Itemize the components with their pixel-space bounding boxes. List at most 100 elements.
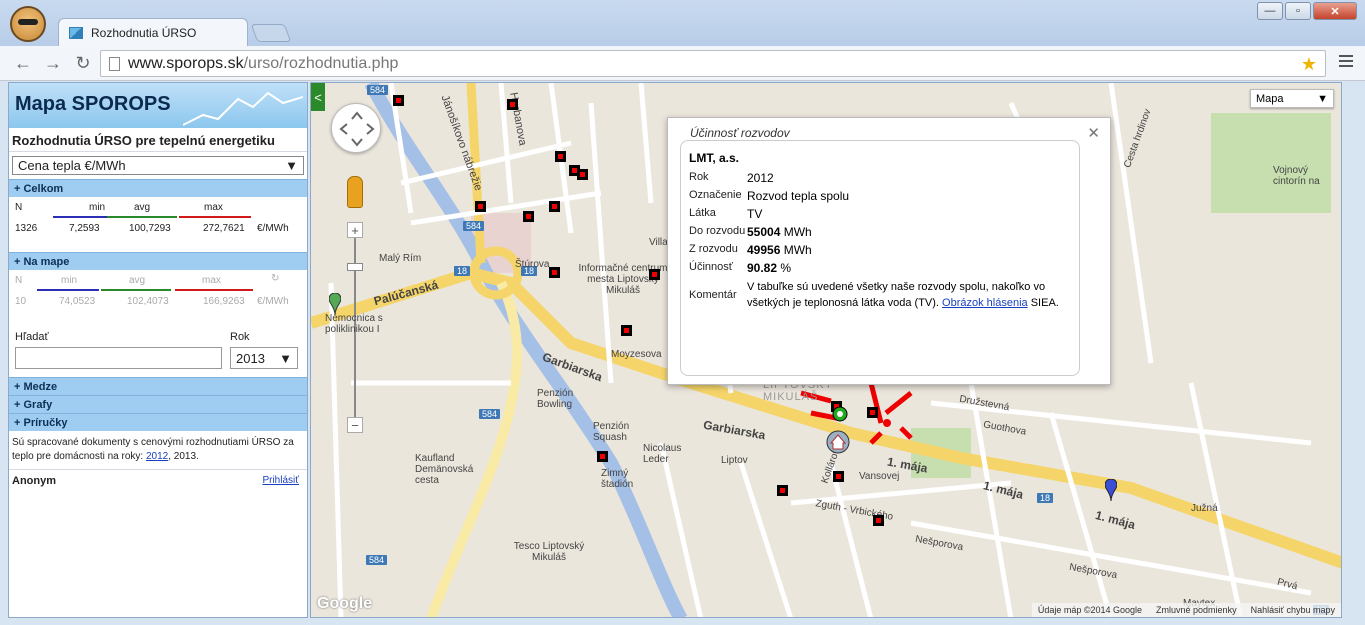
- avg-underline: [101, 289, 171, 291]
- section-na-mape[interactable]: + Na mape: [9, 252, 307, 270]
- panel-title: Mapa SPOROPS: [15, 93, 171, 115]
- info-window: Účinnosť rozvodov ✕ LMT, a.s. Rok 2012 Oz…: [667, 117, 1111, 385]
- heat-plant-marker[interactable]: [621, 325, 632, 336]
- search-input[interactable]: [15, 347, 222, 369]
- value-latka: TV: [747, 207, 763, 221]
- zoom-slider-thumb[interactable]: [347, 263, 363, 271]
- forward-arrow-icon[interactable]: →: [42, 52, 64, 74]
- heat-plant-marker[interactable]: [549, 267, 560, 278]
- year-2012-link[interactable]: 2012: [146, 451, 168, 462]
- heat-plant-marker[interactable]: [393, 95, 404, 106]
- poi-label: Zimný štadión: [601, 468, 634, 490]
- stat-header-max: max: [202, 275, 221, 286]
- max-underline: [179, 216, 251, 218]
- stat-avg: 100,7293: [129, 223, 171, 234]
- mountain-logo-icon: [183, 91, 303, 126]
- avg-underline: [107, 216, 177, 218]
- stat-header-avg: avg: [129, 275, 146, 286]
- stat-header-min: min: [89, 202, 106, 213]
- map-type-select[interactable]: Mapa ▼: [1250, 89, 1334, 108]
- poi-label: Nemocnica s poliklinikou I: [325, 313, 383, 335]
- map-data-credit: Údaje máp ©2014 Google: [1037, 605, 1143, 615]
- stat-header-min: min: [61, 275, 78, 286]
- heat-plant-marker[interactable]: [555, 151, 566, 162]
- bookmark-star-icon[interactable]: ★: [1301, 54, 1317, 75]
- reload-icon[interactable]: ↻: [72, 52, 94, 74]
- poi-label: Penzión Squash: [593, 421, 630, 443]
- heat-plant-marker[interactable]: [873, 515, 884, 526]
- heat-plant-marker[interactable]: [549, 201, 560, 212]
- chevron-down-icon: ▼: [285, 158, 298, 173]
- poi-label: Liptov: [721, 455, 748, 466]
- green-location-pin-icon[interactable]: [329, 293, 341, 315]
- report-error-link[interactable]: Nahlásiť chybu mapy: [1251, 605, 1335, 615]
- minimize-icon[interactable]: —: [1257, 2, 1283, 20]
- heat-plant-marker[interactable]: [577, 169, 588, 180]
- url-path: /urso/rozhodnutia.php: [243, 54, 399, 72]
- tab-title: Rozhodnutia ÚRSO: [91, 25, 197, 40]
- report-image-link[interactable]: Obrázok hlásenia: [942, 297, 1028, 309]
- street-label: Južná: [1191, 503, 1218, 514]
- label-oznacenie: Označenie: [689, 189, 742, 201]
- browser-window: Rozhodnutia ÚRSO — ▫ ✕ ← → ↻ www.sporops…: [0, 0, 1365, 625]
- section-grafy[interactable]: + Grafy: [9, 395, 307, 413]
- heat-plant-marker[interactable]: [507, 99, 518, 110]
- heat-plant-marker[interactable]: [833, 471, 844, 482]
- close-window-icon[interactable]: ✕: [1313, 2, 1357, 20]
- road-number: 18: [1037, 493, 1054, 503]
- label-latka: Látka: [689, 207, 716, 219]
- street-view-pegman-icon[interactable]: [347, 176, 363, 208]
- heat-plant-marker[interactable]: [597, 451, 608, 462]
- poi-label: Kaufland Demänovská cesta: [415, 453, 474, 486]
- stat-avg: 102,4073: [127, 296, 169, 307]
- page-icon: [109, 56, 120, 71]
- tab-rozhodnutia[interactable]: Rozhodnutia ÚRSO: [58, 18, 248, 46]
- terms-link[interactable]: Zmluvné podmienky: [1156, 605, 1237, 615]
- road-number: 584: [479, 409, 501, 419]
- metric-select-value: Cena tepla €/MWh: [18, 158, 126, 173]
- favicon-icon: [69, 26, 83, 39]
- map-canvas[interactable]: < Mapa ▼ + − 584 584 18 18 584 584 18 18…: [310, 82, 1342, 618]
- stat-max: 166,9263: [203, 296, 245, 307]
- heat-plant-marker[interactable]: [649, 269, 660, 280]
- section-prirucky[interactable]: + Príručky: [9, 413, 307, 431]
- refresh-icon[interactable]: ↻: [271, 273, 279, 284]
- road-number: 584: [366, 555, 388, 565]
- blue-location-pin-icon[interactable]: [1105, 479, 1117, 501]
- metric-select[interactable]: Cena tepla €/MWh ▼: [12, 156, 304, 175]
- stat-min: 7,2593: [69, 223, 100, 234]
- section-medze[interactable]: + Medze: [9, 377, 307, 395]
- heat-plant-marker[interactable]: [475, 201, 486, 212]
- year-label: Rok: [230, 331, 250, 343]
- profile-avatar[interactable]: [10, 6, 46, 42]
- zoom-out-button[interactable]: −: [347, 417, 363, 433]
- section-celkom[interactable]: + Celkom: [9, 179, 307, 197]
- pan-control[interactable]: [331, 103, 381, 153]
- heat-plant-marker[interactable]: [523, 211, 534, 222]
- value-z-rozvodu: 49956: [747, 243, 781, 257]
- login-link[interactable]: Prihlásiť: [262, 475, 299, 486]
- user-name: Anonym: [12, 475, 56, 487]
- url-host: www.sporops.sk: [128, 54, 244, 72]
- zoom-in-button[interactable]: +: [347, 222, 363, 238]
- chrome-menu-icon[interactable]: [1339, 55, 1353, 69]
- stat-max: 272,7621: [203, 223, 245, 234]
- address-bar[interactable]: www.sporops.sk/urso/rozhodnutia.php ★: [100, 50, 1326, 77]
- back-arrow-icon[interactable]: ←: [12, 52, 34, 74]
- label-z-rozvodu: Z rozvodu: [689, 243, 738, 255]
- max-underline: [175, 289, 253, 291]
- poi-label: Vojnový cintorín na: [1273, 165, 1320, 187]
- year-select[interactable]: 2013 ▼: [230, 347, 298, 369]
- new-tab-button[interactable]: [250, 24, 292, 42]
- maximize-icon[interactable]: ▫: [1285, 2, 1311, 20]
- street-label: Moyzesova: [611, 349, 662, 360]
- side-panel: Mapa SPOROPS Rozhodnutia ÚRSO pre tepeln…: [8, 82, 308, 618]
- close-icon[interactable]: ✕: [1087, 124, 1100, 142]
- house-marker-icon[interactable]: [825, 407, 875, 457]
- stat-unit: €/MWh: [257, 296, 289, 307]
- poi-label: Villa: [649, 237, 668, 248]
- collapse-panel-button[interactable]: <: [311, 83, 325, 111]
- min-underline: [37, 289, 99, 291]
- heat-plant-marker[interactable]: [777, 485, 788, 496]
- chevron-down-icon: ▼: [279, 350, 292, 366]
